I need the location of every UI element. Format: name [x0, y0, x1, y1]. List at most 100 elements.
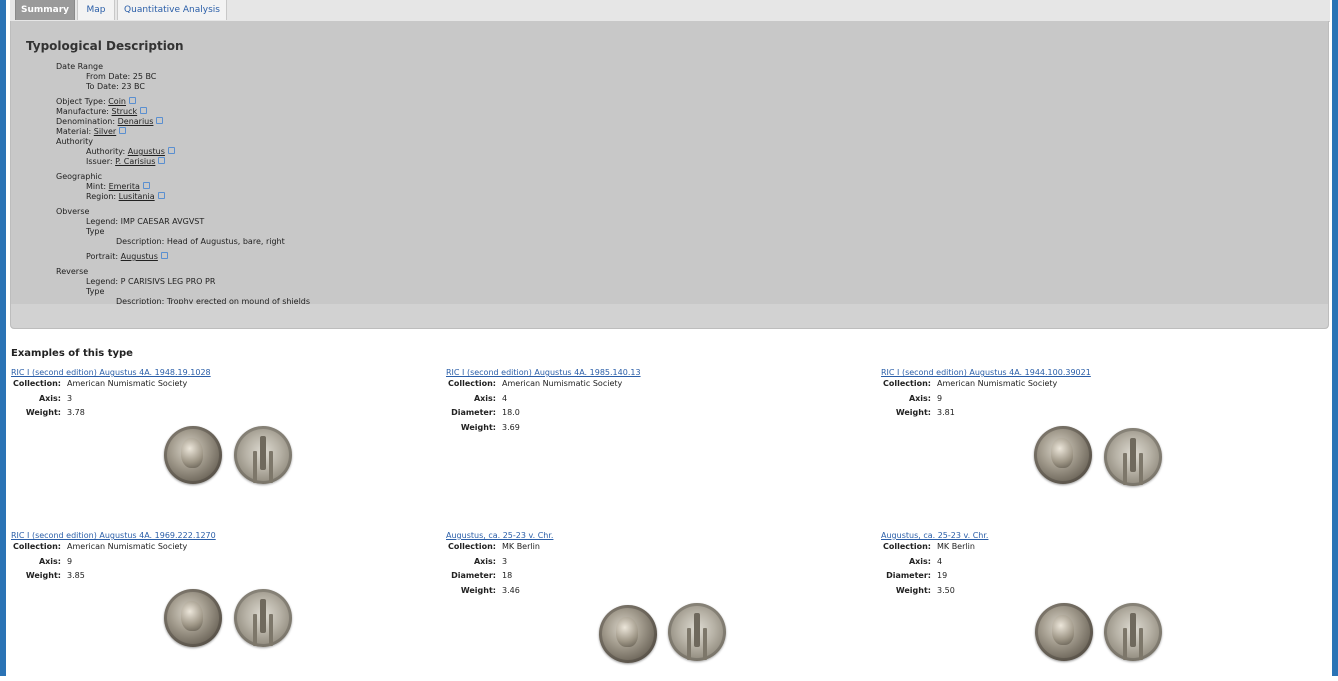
typological-description-title: Typological Description	[26, 39, 184, 53]
example-row-label: Weight:	[895, 586, 931, 595]
external-link-icon[interactable]	[156, 117, 164, 124]
external-link-icon[interactable]	[140, 107, 148, 114]
example-row-label: Axis:	[473, 394, 496, 403]
example-row-value: MK Berlin	[502, 542, 540, 551]
external-link-icon[interactable]	[119, 127, 127, 134]
external-link-icon[interactable]	[129, 97, 136, 104]
example-row-value: 3.69	[502, 423, 520, 432]
reverse-label: Reverse	[56, 267, 89, 276]
example-link[interactable]: RIC I (second edition) Augustus 4A. 1969…	[11, 531, 216, 540]
manufacture-link[interactable]: Struck	[112, 107, 138, 116]
from-date: From Date: 25 BC	[86, 72, 156, 82]
to-date-value: 23 BC	[121, 82, 145, 91]
example-row-value: 3.78	[67, 408, 85, 417]
tab-bar: Summary Map Quantitative Analysis	[10, 0, 1330, 22]
example-item: Augustus, ca. 25-23 v. Chr. Collection: M…	[881, 531, 1301, 681]
issuer-label: Issuer:	[86, 157, 113, 166]
external-link-icon[interactable]	[157, 192, 165, 199]
example-row-label: Axis:	[473, 557, 496, 566]
example-row-value: 3.81	[937, 408, 955, 417]
external-link-icon[interactable]	[158, 157, 166, 164]
obverse-legend-value: IMP CAESAR AVGVST	[120, 217, 205, 226]
object-type-link[interactable]: Coin	[108, 97, 126, 106]
example-link[interactable]: Augustus, ca. 25-23 v. Chr.	[881, 531, 988, 540]
example-row-value: 18.0	[502, 408, 520, 417]
mint-label: Mint:	[86, 182, 107, 191]
obverse-portrait: Portrait: Augustus	[86, 252, 168, 262]
coin-obverse-image[interactable]	[1034, 426, 1092, 484]
example-link[interactable]: Augustus, ca. 25-23 v. Chr.	[446, 531, 553, 540]
denomination-link[interactable]: Denarius	[118, 117, 154, 126]
coin-obverse-image[interactable]	[1035, 603, 1093, 661]
example-link[interactable]: RIC I (second edition) Augustus 4A. 1985…	[446, 368, 641, 377]
example-row-label: Axis:	[908, 394, 931, 403]
examples-title: Examples of this type	[11, 348, 133, 359]
example-link[interactable]: RIC I (second edition) Augustus 4A. 1948…	[11, 368, 211, 377]
example-row-label: Diameter:	[886, 571, 931, 580]
example-row-value: 3	[67, 394, 73, 403]
region: Region: Lusitania	[86, 192, 165, 202]
external-link-icon[interactable]	[142, 182, 150, 189]
region-link[interactable]: Lusitania	[119, 192, 155, 201]
mint: Mint: Emerita	[86, 182, 150, 192]
coin-reverse-image[interactable]	[234, 426, 292, 484]
example-link[interactable]: RIC I (second edition) Augustus 4A. 1944…	[881, 368, 1091, 377]
coin-obverse-image[interactable]	[164, 589, 222, 647]
region-label: Region:	[86, 192, 117, 201]
summary-panel: Typological Description Date Range From …	[10, 21, 1329, 329]
coin-obverse-image[interactable]	[599, 605, 657, 663]
example-row-value: 18	[502, 571, 513, 580]
object-type: Object Type: Coin	[56, 97, 136, 107]
to-date-label: To Date:	[86, 82, 119, 91]
example-row-value: 4	[502, 394, 508, 403]
example-row-value: 3.85	[67, 571, 85, 580]
manufacture: Manufacture: Struck	[56, 107, 148, 117]
tab-quantitative-analysis[interactable]: Quantitative Analysis	[117, 0, 227, 20]
coin-reverse-image[interactable]	[668, 603, 726, 661]
obverse-label: Obverse	[56, 207, 90, 216]
to-date: To Date: 23 BC	[86, 82, 145, 92]
obverse-description-value: Head of Augustus, bare, right	[166, 237, 285, 246]
geographic-label: Geographic	[56, 172, 103, 181]
from-date-label: From Date:	[86, 72, 131, 81]
object-type-label: Object Type:	[56, 97, 106, 106]
mint-link[interactable]: Emerita	[109, 182, 140, 191]
issuer: Issuer: P. Carisius	[86, 157, 166, 167]
example-item: RIC I (second edition) Augustus 4A. 1948…	[11, 368, 431, 518]
material: Material: Silver	[56, 127, 127, 137]
example-row-value: 4	[937, 557, 943, 566]
example-row-label: Collection:	[13, 379, 61, 388]
example-row-value: American Numismatic Society	[67, 379, 188, 388]
coin-obverse-image[interactable]	[164, 426, 222, 484]
external-link-icon[interactable]	[167, 147, 175, 154]
denomination-label: Denomination:	[56, 117, 116, 126]
external-link-icon[interactable]	[160, 252, 168, 259]
example-row-label: Axis:	[38, 557, 61, 566]
example-row-label: Collection:	[448, 379, 496, 388]
example-row-value: 3.46	[502, 586, 520, 595]
coin-reverse-image[interactable]	[1104, 428, 1162, 486]
reverse-type-label: Type	[86, 287, 105, 296]
example-row-value: MK Berlin	[937, 542, 975, 551]
coin-reverse-image[interactable]	[1104, 603, 1162, 661]
example-row-value: American Numismatic Society	[67, 542, 188, 551]
example-item: RIC I (second edition) Augustus 4A. 1985…	[446, 368, 866, 518]
coin-reverse-image[interactable]	[234, 589, 292, 647]
tab-map[interactable]: Map	[77, 0, 115, 20]
example-row-label: Weight:	[895, 408, 931, 417]
example-item: RIC I (second edition) Augustus 4A. 1944…	[881, 368, 1301, 518]
example-row-label: Collection:	[13, 542, 61, 551]
example-row-value: 9	[937, 394, 943, 403]
example-row-label: Weight:	[460, 586, 496, 595]
portrait-link[interactable]: Augustus	[121, 252, 158, 261]
authority-group-label: Authority	[56, 137, 94, 146]
issuer-link[interactable]: P. Carisius	[115, 157, 155, 166]
example-row-label: Weight:	[25, 571, 61, 580]
authority-link[interactable]: Augustus	[128, 147, 165, 156]
material-link[interactable]: Silver	[94, 127, 116, 136]
example-row-label: Weight:	[460, 423, 496, 432]
tab-summary[interactable]: Summary	[15, 0, 75, 20]
reverse-legend-value: P CARISIVS LEG PRO PR	[120, 277, 216, 286]
obverse-description: Description: Head of Augustus, bare, rig…	[116, 237, 285, 247]
example-row-label: Axis:	[908, 557, 931, 566]
